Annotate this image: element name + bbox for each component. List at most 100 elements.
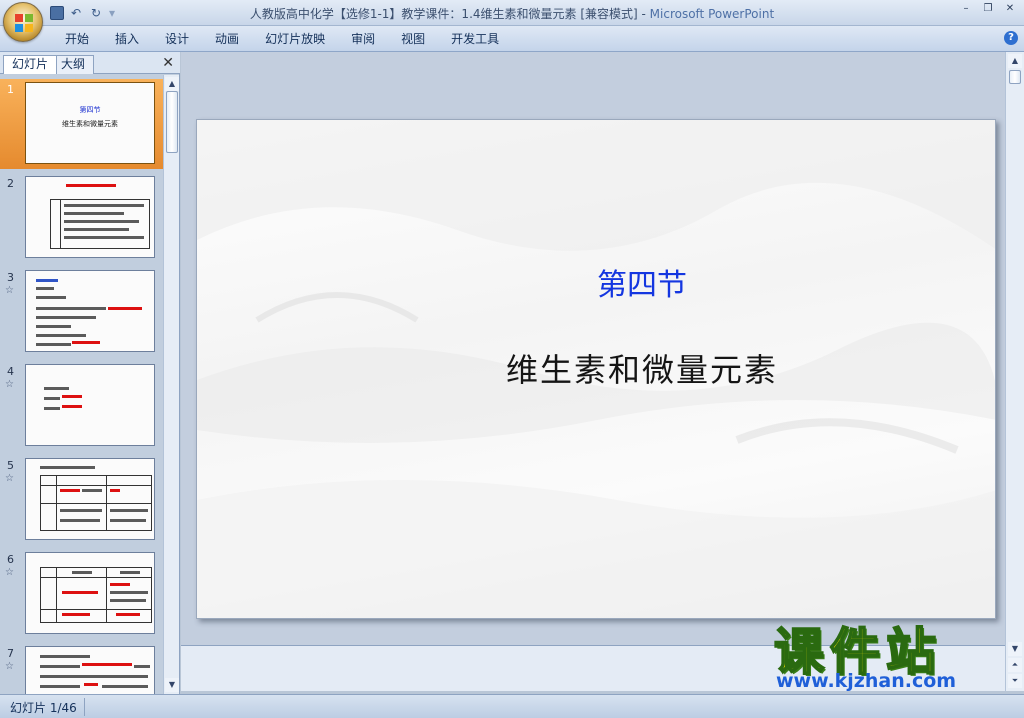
redo-icon[interactable]: ↻ bbox=[88, 5, 104, 21]
thumbnail-text-line bbox=[36, 279, 58, 282]
thumbnail-slide-5[interactable] bbox=[25, 458, 155, 540]
thumbnail-text-line bbox=[72, 341, 100, 344]
restore-icon[interactable]: ❐ bbox=[982, 3, 994, 15]
slide-editing-area: 第四节 维生素和微量元素 bbox=[181, 52, 1005, 645]
customize-qat-icon[interactable]: ▾ bbox=[108, 5, 116, 21]
thumbnail-text-line bbox=[60, 509, 102, 512]
thumbnail-text-line bbox=[82, 663, 132, 666]
scroll-up-icon[interactable]: ▲ bbox=[165, 77, 179, 91]
animation-star-icon: ☆ bbox=[5, 661, 14, 672]
tab-view[interactable]: 视图 bbox=[388, 31, 438, 47]
thumbnail-text-line bbox=[40, 655, 90, 658]
tab-animations[interactable]: 动画 bbox=[202, 31, 252, 47]
scroll-down-icon[interactable]: ▼ bbox=[1008, 642, 1022, 656]
thumbnail-row[interactable]: 5 ☆ bbox=[0, 455, 163, 545]
thumbnail-row[interactable]: 1 第四节 维生素和微量元素 bbox=[0, 79, 163, 169]
thumbnail-text-line bbox=[36, 287, 54, 290]
thumbnail-text-line bbox=[72, 571, 92, 574]
quick-access-toolbar: ↶ ↻ ▾ bbox=[50, 4, 116, 22]
thumbnail-text-line bbox=[116, 613, 140, 616]
tab-outline[interactable]: 大纲 bbox=[52, 55, 95, 74]
thumbnail-text-line bbox=[82, 489, 102, 492]
thumbnail-slide-1[interactable]: 第四节 维生素和微量元素 bbox=[25, 82, 155, 164]
animation-star-icon: ☆ bbox=[5, 379, 14, 390]
scroll-thumb[interactable] bbox=[1009, 70, 1021, 84]
pane-close-icon[interactable]: ✕ bbox=[162, 55, 174, 71]
next-slide-icon[interactable]: ⏷ bbox=[1008, 674, 1022, 688]
office-button[interactable] bbox=[3, 2, 43, 42]
tab-design[interactable]: 设计 bbox=[152, 31, 202, 47]
thumbnail-text-line bbox=[110, 599, 146, 602]
thumbnail-text-line bbox=[36, 296, 66, 299]
tab-insert[interactable]: 插入 bbox=[102, 31, 152, 47]
thumbnail-slide-6[interactable] bbox=[25, 552, 155, 634]
thumbnail-slide-2[interactable] bbox=[25, 176, 155, 258]
window-title: 人教版高中化学【选修1-1】教学课件：1.4维生素和微量元素 [兼容模式] - … bbox=[0, 5, 1024, 22]
animation-star-icon: ☆ bbox=[5, 473, 14, 484]
thumbnail-text-line bbox=[102, 685, 148, 688]
thumbnail-text-line bbox=[84, 683, 98, 686]
thumbnail-text-line bbox=[44, 397, 60, 400]
thumbnail-text-line bbox=[40, 675, 148, 678]
thumbnail-text-line bbox=[36, 307, 106, 310]
thumbnail-table-line bbox=[40, 609, 152, 610]
thumbnail-text-line bbox=[36, 343, 71, 346]
scroll-up-icon[interactable]: ▲ bbox=[1008, 54, 1022, 68]
thumbnail-row[interactable]: 7 ☆ bbox=[0, 643, 163, 694]
thumbnail-text-line bbox=[60, 519, 100, 522]
undo-icon[interactable]: ↶ bbox=[68, 5, 84, 21]
thumbnail-slide-3[interactable] bbox=[25, 270, 155, 352]
thumbnail-row[interactable]: 2 bbox=[0, 173, 163, 263]
thumbnail-text-line bbox=[110, 509, 148, 512]
thumbnail-slide-4[interactable] bbox=[25, 364, 155, 446]
thumbnail-text-line bbox=[64, 212, 124, 215]
close-icon[interactable]: ✕ bbox=[1004, 3, 1016, 15]
thumbnail-scrollbar[interactable]: ▲ ▼ bbox=[163, 75, 179, 694]
thumbnail-text-line bbox=[110, 519, 146, 522]
save-icon[interactable] bbox=[50, 6, 64, 20]
thumbnail-text-line bbox=[120, 571, 140, 574]
slide-title[interactable]: 第四节 bbox=[197, 260, 995, 304]
minimize-icon[interactable]: – bbox=[960, 3, 972, 15]
tab-review[interactable]: 审阅 bbox=[338, 31, 388, 47]
watermark-url: www.kjzhan.com bbox=[776, 670, 957, 692]
slide-scrollbar[interactable]: ▲ ▼ ⏶ ⏷ bbox=[1005, 52, 1024, 691]
tab-developer[interactable]: 开发工具 bbox=[438, 31, 512, 47]
thumbnail-table-line bbox=[106, 567, 107, 623]
thumbnail-text-line bbox=[62, 395, 82, 398]
tab-home[interactable]: 开始 bbox=[52, 31, 102, 47]
thumbnail-number: 3 bbox=[7, 271, 14, 284]
ribbon-tab-bar: 开始 插入 设计 动画 幻灯片放映 审阅 视图 开发工具 ? bbox=[0, 26, 1024, 52]
thumbnail-text-line bbox=[134, 665, 150, 668]
thumbnail-text-line bbox=[36, 316, 96, 319]
watermark-logo: 课件站 www.kjzhan.com bbox=[772, 612, 1008, 692]
thumbnail-text-line bbox=[64, 204, 144, 207]
title-bar: 人教版高中化学【选修1-1】教学课件：1.4维生素和微量元素 [兼容模式] - … bbox=[0, 0, 1024, 26]
thumbnail-text-line bbox=[108, 307, 142, 310]
thumbnail-slide-7[interactable] bbox=[25, 646, 155, 694]
slide-subtitle[interactable]: 维生素和微量元素 bbox=[197, 345, 995, 391]
tab-slides[interactable]: 幻灯片 bbox=[3, 55, 58, 74]
scroll-thumb[interactable] bbox=[166, 91, 178, 153]
scroll-down-icon[interactable]: ▼ bbox=[165, 678, 179, 692]
animation-star-icon: ☆ bbox=[5, 285, 14, 296]
help-icon[interactable]: ? bbox=[1004, 31, 1018, 45]
tab-slideshow[interactable]: 幻灯片放映 bbox=[252, 31, 338, 47]
thumbnail-row[interactable]: 3 ☆ bbox=[0, 267, 163, 357]
thumbnail-text-line bbox=[40, 685, 80, 688]
thumbnail-text-line bbox=[64, 220, 139, 223]
thumbnail-text-line bbox=[110, 591, 148, 594]
thumbnail-text-line bbox=[44, 387, 69, 390]
thumbnail-text-line bbox=[44, 407, 60, 410]
slide-canvas[interactable]: 第四节 维生素和微量元素 bbox=[196, 119, 996, 619]
thumbnail-row[interactable]: 6 ☆ bbox=[0, 549, 163, 639]
thumbnail-table-line bbox=[40, 503, 152, 504]
thumbnail-text-line bbox=[62, 613, 90, 616]
previous-slide-icon[interactable]: ⏶ bbox=[1008, 658, 1022, 672]
slides-pane: 幻灯片 大纲 ✕ 1 第四节 维生素和微量元素 2 3 ☆ 4 ☆ 5 ☆ 6 … bbox=[0, 52, 180, 694]
thumbnail-table-line bbox=[40, 577, 152, 578]
thumbnail-table-line bbox=[40, 485, 152, 486]
status-divider bbox=[84, 698, 85, 716]
thumbnail-row[interactable]: 4 ☆ bbox=[0, 361, 163, 451]
thumbnail-list: 1 第四节 维生素和微量元素 2 3 ☆ 4 ☆ 5 ☆ 6 ☆ 7 ☆ bbox=[0, 75, 163, 694]
